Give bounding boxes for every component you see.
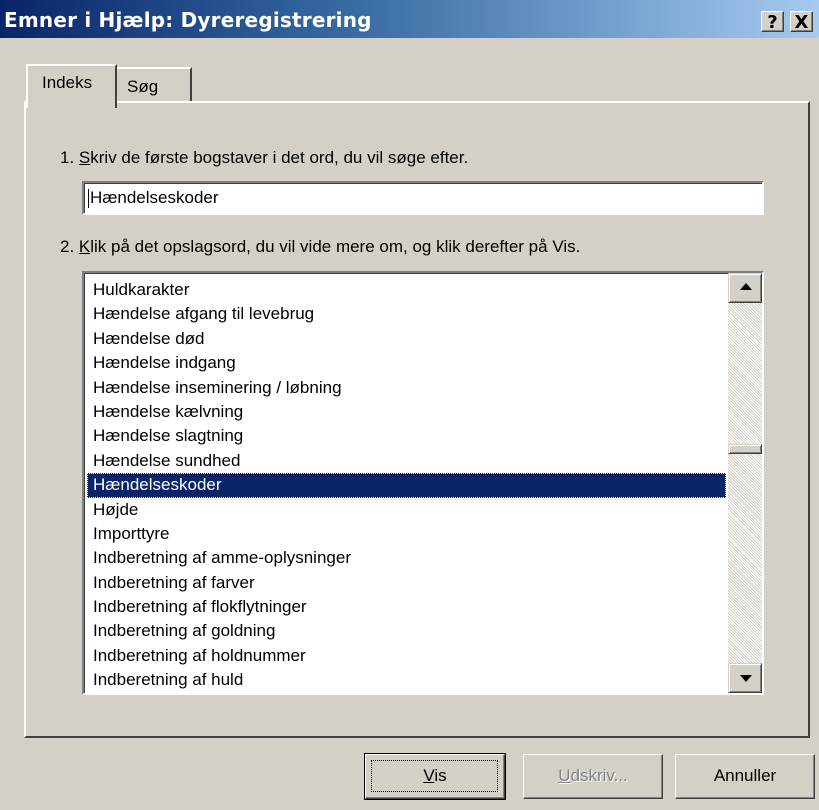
list-item[interactable]: Hændelseskoder [87, 473, 726, 498]
list-item[interactable]: Højde [87, 498, 726, 522]
title-bar[interactable]: Emner i Hjælp: Dyreregistrering ? X [0, 0, 819, 38]
step2-text: lik på det opslagsord, du vil vide mere … [90, 237, 581, 256]
help-button[interactable]: ? [761, 11, 784, 33]
vis-button[interactable]: Vis [364, 753, 506, 800]
list-item[interactable]: Hændelse afgang til levebrug [87, 302, 726, 326]
step1-instruction: 1. Skriv de første bogstaver i det ord, … [60, 148, 468, 168]
annuller-button[interactable]: Annuller [675, 754, 815, 799]
scroll-thumb[interactable] [728, 444, 762, 454]
list-item[interactable]: Indberetning af amme-oplysninger [87, 546, 726, 570]
tab-indeks[interactable]: Indeks [26, 64, 117, 108]
step2-instruction: 2. Klik på det opslagsord, du vil vide m… [60, 237, 580, 257]
step1-accesskey: S [78, 148, 91, 167]
focus-rectangle [371, 760, 498, 792]
help-topics-dialog: Emner i Hjælp: Dyreregistrering ? X Inde… [0, 0, 819, 810]
scroll-up-button[interactable] [728, 273, 762, 303]
tab-indeks-label: Indeks [42, 73, 93, 92]
list-item[interactable]: Hændelse sundhed [87, 449, 726, 473]
list-item[interactable]: Indberetning af goldning [87, 619, 726, 643]
list-item[interactable]: Hændelse død [87, 327, 726, 351]
step2-accesskey: K [78, 237, 91, 256]
search-input[interactable] [90, 187, 750, 209]
window-title: Emner i Hjælp: Dyreregistrering [4, 8, 372, 32]
udskriv-label: dskriv... [570, 766, 628, 785]
list-item[interactable]: Importtyre [87, 522, 726, 546]
list-item[interactable]: Hændelse indgang [87, 351, 726, 375]
text-caret [88, 189, 89, 208]
tab-sog[interactable]: Søg [115, 67, 192, 101]
list-item[interactable]: Hændelse inseminering / løbning [87, 376, 726, 400]
list-item[interactable]: Hændelse slagtning [87, 424, 726, 448]
vertical-scrollbar[interactable] [728, 273, 762, 693]
scroll-down-button[interactable] [728, 663, 762, 693]
list-item[interactable]: Indberetning af farver [87, 571, 726, 595]
search-field[interactable] [82, 181, 764, 215]
tab-sog-label: Søg [127, 77, 159, 96]
list-item[interactable]: Huldkarakter [87, 278, 726, 302]
close-button[interactable]: X [790, 11, 813, 33]
step1-text: kriv de første bogstaver i det ord, du v… [90, 148, 469, 167]
udskriv-button[interactable]: Udskriv... [523, 754, 663, 799]
index-list[interactable]: Huldkarakter Hændelse afgang til levebrug… [87, 278, 726, 693]
list-item[interactable]: Indberetning af huld [87, 668, 726, 692]
list-item[interactable]: Hændelse kælvning [87, 400, 726, 424]
up-arrow-icon [740, 283, 752, 290]
down-arrow-icon [740, 675, 752, 682]
step2-number: 2. [60, 237, 79, 256]
index-listbox[interactable]: Huldkarakter Hændelse afgang til levebrug… [82, 271, 764, 695]
list-item[interactable]: Indberetning af flokflytninger [87, 595, 726, 619]
list-item[interactable]: Indberetning af holdnummer [87, 644, 726, 668]
udskriv-accesskey: U [558, 766, 571, 785]
step1-number: 1. [60, 148, 79, 167]
